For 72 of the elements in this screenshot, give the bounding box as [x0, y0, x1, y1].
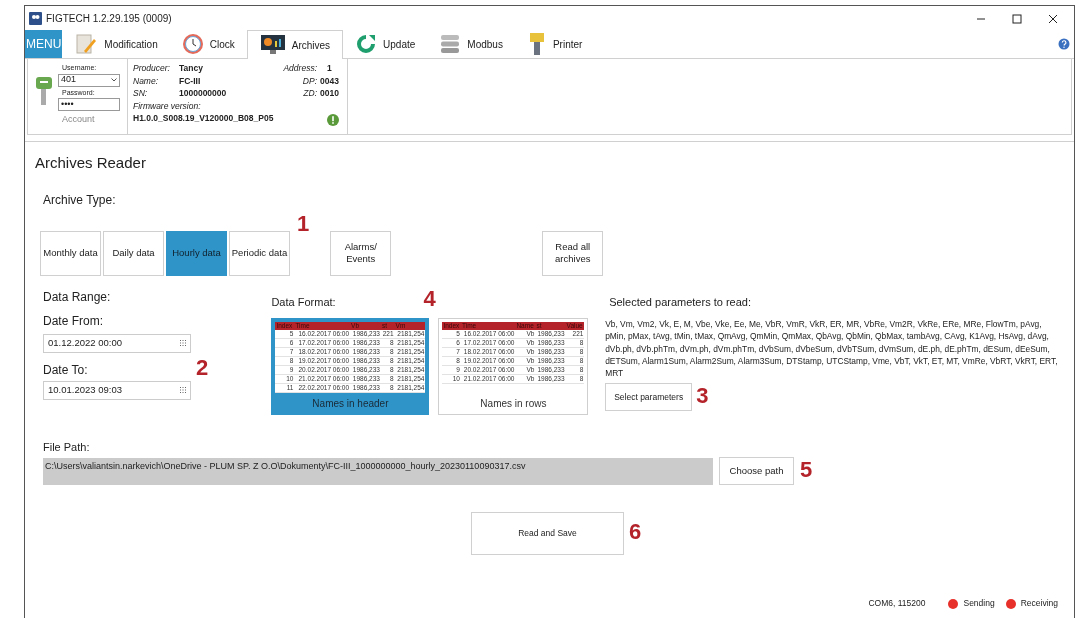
field-value: 0043	[320, 74, 340, 87]
read-and-save-button[interactable]: Read and Save	[471, 512, 624, 555]
archive-type-button[interactable]: Daily data	[103, 230, 164, 276]
file-path-field[interactable]: C:\Users\valiantsin.narkevich\OneDrive - PLUM SP. Z O.O\Dokumenty\FC-III_1000000000_hourly_20230110090317.csv	[43, 457, 713, 485]
help-icon[interactable]	[1058, 38, 1070, 50]
window-title: FIGTECH 1.2.29.195 (0009)	[46, 12, 172, 26]
field-value: 1000000000	[179, 87, 227, 100]
choose-path-button[interactable]: Choose path	[719, 457, 794, 485]
field-label: ZD:	[303, 87, 317, 100]
document-pencil-icon	[74, 32, 99, 56]
date-to-field[interactable]: 10.01.2023 09:03	[43, 380, 191, 400]
field-label: Name:	[133, 74, 160, 87]
username-dropdown[interactable]: 401	[58, 73, 120, 87]
field-label: DP:	[302, 74, 317, 87]
read-all-button[interactable]: Read all archives	[542, 230, 604, 276]
account-caption: Account	[62, 113, 96, 126]
date-from-field[interactable]: 01.12.2022 00:00	[43, 333, 191, 353]
server-stack-icon	[439, 33, 462, 55]
field-value: 1	[327, 62, 333, 75]
calendar-grid-icon	[180, 387, 186, 393]
clock-icon	[181, 33, 204, 55]
section-label: Selected parameters to read:	[609, 294, 752, 310]
field-value: 0010	[320, 87, 340, 100]
callout-number: 5	[800, 456, 813, 482]
tab[interactable]: Archives	[246, 30, 344, 59]
field-label: SN:	[133, 87, 149, 100]
tab[interactable]: Update	[343, 30, 428, 58]
format-option[interactable]	[271, 317, 430, 415]
app-logo-icon	[29, 12, 42, 25]
archive-type-button[interactable]: Monthly data	[40, 230, 101, 276]
format-caption: Names in rows	[480, 396, 547, 411]
archive-type-button[interactable]: Periodic data	[229, 230, 290, 276]
status-label: Receiving	[1020, 597, 1058, 610]
status-label: Sending	[963, 597, 995, 610]
info-badge-icon	[327, 113, 339, 126]
date-to-label: Date To:	[43, 361, 89, 379]
field-value: FC-III	[179, 74, 201, 87]
section-label: Data Format:	[271, 294, 337, 310]
date-from-label: Date From:	[43, 312, 104, 330]
chevron-down-icon	[111, 78, 117, 82]
alarms-events-button[interactable]: Alarms/ Events	[330, 230, 392, 276]
monitor-chart-icon	[259, 33, 286, 57]
callout-number: 2	[196, 356, 209, 379]
port-status: COM6, 115200	[868, 597, 926, 610]
update-arrow-icon	[355, 33, 378, 55]
select-parameters-button[interactable]: Select parameters	[605, 383, 693, 412]
maximize-icon[interactable]	[1012, 13, 1022, 24]
field-value: H1.0.0_S008.19_V120000_B08_P05	[133, 112, 275, 125]
key-icon	[36, 77, 52, 107]
callout-number: 6	[629, 519, 642, 544]
password-field[interactable]: ••••	[58, 98, 120, 111]
tab[interactable]: Modification	[62, 30, 170, 58]
callout-number: 4	[423, 287, 436, 310]
tab[interactable]: Modbus	[427, 30, 515, 58]
field-value: Tancy	[179, 62, 203, 75]
section-label: Archive Type:	[43, 191, 117, 209]
tab[interactable]: Clock	[169, 30, 247, 58]
format-caption: Names in header	[312, 396, 389, 411]
archive-type-button[interactable]: Hourly data	[166, 230, 227, 276]
close-icon[interactable]	[1048, 13, 1058, 24]
field-label: Firmware version:	[133, 99, 202, 112]
calendar-grid-icon	[180, 340, 186, 346]
field-label: Producer:	[133, 62, 171, 75]
field-label: Address:	[283, 62, 317, 75]
section-label: Data Range:	[43, 288, 112, 306]
parameters-list: Vb, Vm, Vm2, Vk, E, M, Vbe, Vke, Ee, Me, VbR, VmR, VkR, ER, MR, VbRe, Vm2R, VkRe, ERe, MRe, FlowTm, pAvg, pMin, pMax, tAvg, tMin, tMax, QmAvg, QmMin, QmMax, QbAvg, QbMin, QbMax, tambAvg, CAvg, K1Avg, HsAvg, dAvg, dVb.ph, dVb.phTm, dVm.ph, dVm.phTm, dVbSum, dVbeSum, dVbTSum, dVmSum, dE.ph, dE.phTm, dESum, dEeSum, dETSum, Alarm1Sum, Alarm2Sum, Alarm3Sum, DTStamp, UTCStamp, Vme, VbT, VkT, ET, MT, VmRe, VbRT, VkRT, ERT, MRT	[605, 318, 1064, 380]
page-title: Archives Reader	[35, 153, 147, 173]
callout-number: 1	[297, 210, 310, 236]
callout-number: 3	[696, 383, 709, 408]
section-label: File Path:	[43, 439, 91, 455]
format-option[interactable]	[438, 317, 589, 415]
tab[interactable]: Printer	[514, 30, 595, 58]
